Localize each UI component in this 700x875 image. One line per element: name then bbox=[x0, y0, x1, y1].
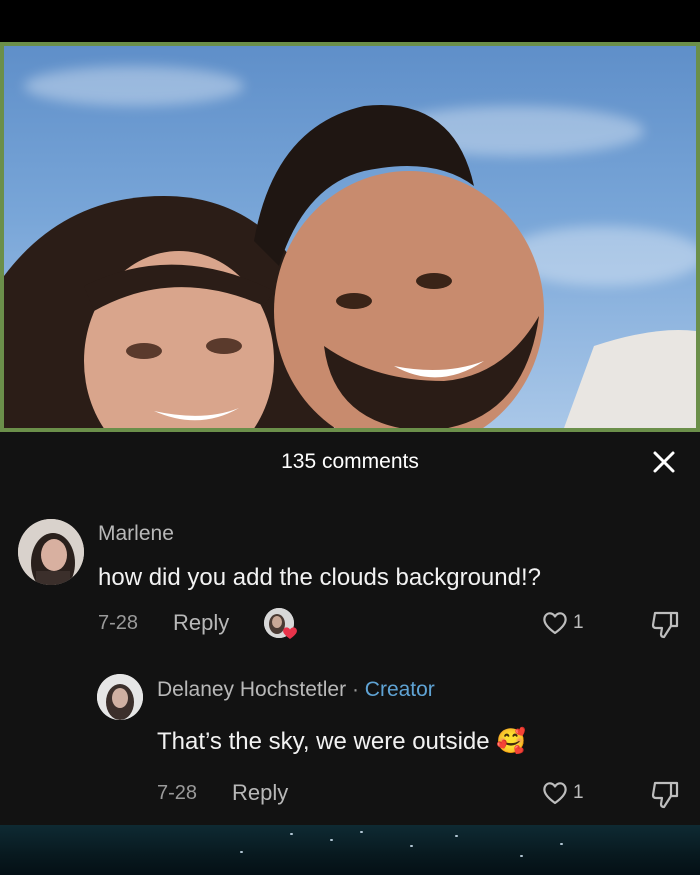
reply-date: 7-28 bbox=[157, 782, 198, 804]
smiling-hearts-emoji: 🥰 bbox=[496, 728, 527, 755]
comment-username[interactable]: Marlene bbox=[98, 522, 174, 546]
creator-badge: Creator bbox=[364, 678, 435, 701]
reply-text: That’s the sky, we were outside bbox=[157, 728, 490, 755]
selfie-photo bbox=[0, 42, 700, 432]
dislike-icon[interactable] bbox=[651, 610, 679, 640]
top-black-bar bbox=[0, 0, 700, 42]
reply-username-line: Delaney Hochstetler · Creator bbox=[157, 678, 435, 702]
like-count-2: 1 bbox=[573, 782, 584, 803]
like-button[interactable]: 1 bbox=[541, 610, 584, 636]
heart-icon bbox=[543, 782, 567, 805]
reply-button[interactable]: Reply bbox=[173, 610, 229, 636]
like-count: 1 bbox=[573, 612, 584, 633]
avatar-delaney[interactable] bbox=[97, 674, 143, 720]
heart-icon bbox=[543, 612, 567, 635]
reply-username[interactable]: Delaney Hochstetler bbox=[157, 678, 346, 701]
reply-button-2[interactable]: Reply bbox=[232, 780, 288, 806]
comment-count: 135 comments bbox=[281, 450, 419, 473]
like-button-2[interactable]: 1 bbox=[541, 780, 584, 806]
close-icon[interactable] bbox=[650, 448, 678, 476]
comments-sheet: 135 comments Marlene how did you add the… bbox=[0, 432, 700, 825]
separator-dot: · bbox=[351, 678, 359, 701]
background-video-water bbox=[0, 825, 700, 875]
avatar-marlene[interactable] bbox=[18, 519, 84, 585]
dislike-icon-2[interactable] bbox=[651, 780, 679, 810]
creator-heart-icon bbox=[283, 627, 297, 639]
comment-date: 7-28 bbox=[98, 612, 139, 634]
reply-text-line: That’s the sky, we were outside 🥰 bbox=[157, 727, 526, 756]
comment-text: how did you add the clouds background!? bbox=[98, 564, 541, 591]
